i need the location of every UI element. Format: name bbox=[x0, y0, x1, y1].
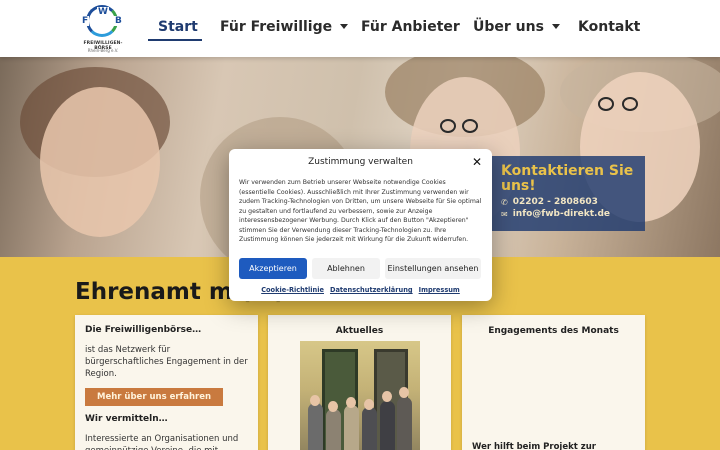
link-privacy[interactable]: Datenschutzerklärung bbox=[330, 286, 413, 294]
consent-text: Wir verwenden zum Betrieb unserer Websei… bbox=[239, 179, 482, 243]
link-imprint[interactable]: Impressum bbox=[419, 286, 460, 294]
link-cookie-policy[interactable]: Cookie-Richtlinie bbox=[261, 286, 324, 294]
settings-button[interactable]: Einstellungen ansehen bbox=[385, 258, 481, 279]
consent-title: Zustimmung verwalten bbox=[308, 157, 413, 167]
close-icon[interactable]: ✕ bbox=[472, 155, 482, 169]
consent-buttons: Akzeptieren Ablehnen Einstellungen anseh… bbox=[239, 258, 486, 279]
cookie-consent-dialog: Zustimmung verwalten ✕ Wir verwenden zum… bbox=[229, 149, 492, 301]
accept-button[interactable]: Akzeptieren bbox=[239, 258, 307, 279]
consent-links: Cookie-Richtlinie Datenschutzerklärung I… bbox=[229, 286, 492, 294]
deny-button[interactable]: Ablehnen bbox=[312, 258, 380, 279]
